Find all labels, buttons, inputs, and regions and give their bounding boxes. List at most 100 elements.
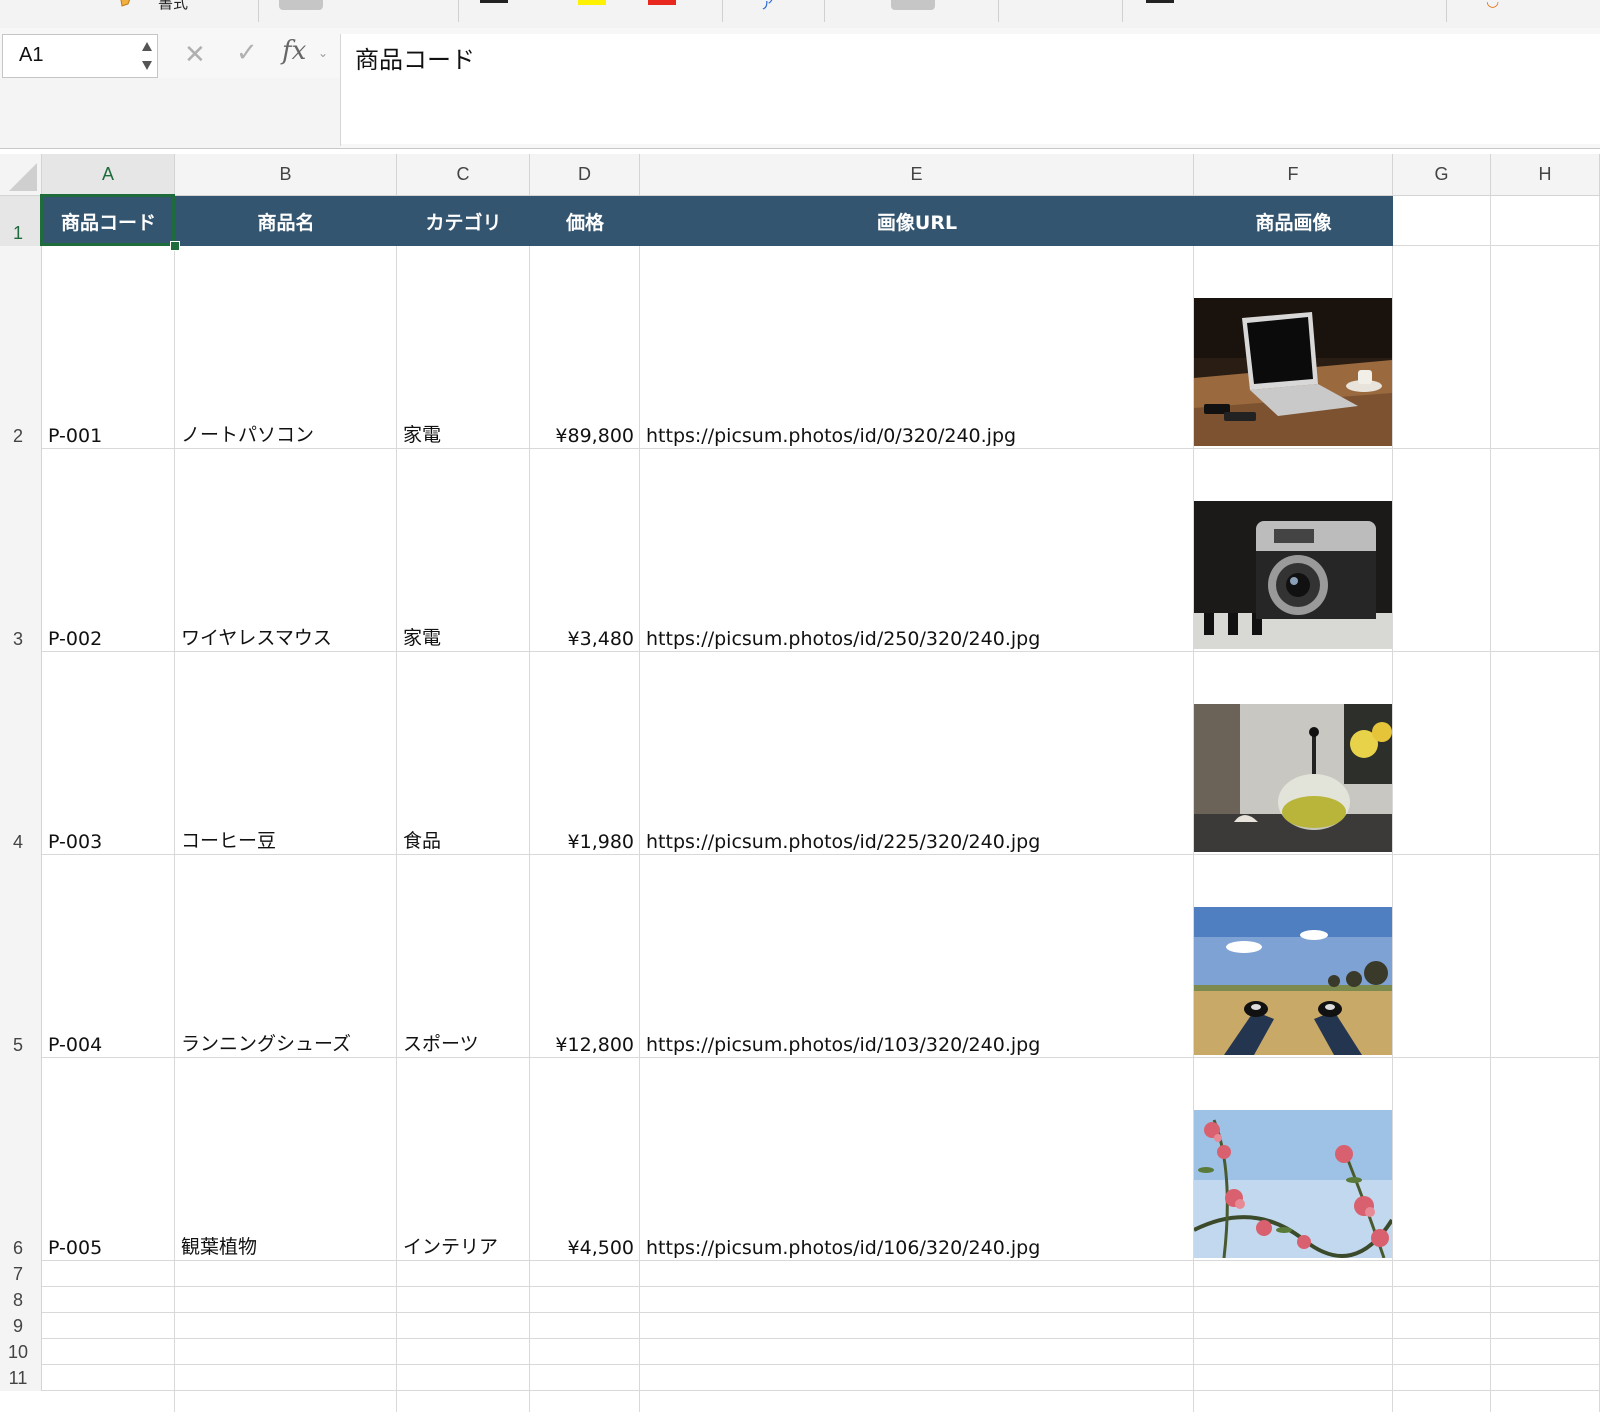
ribbon-separator [258, 0, 259, 22]
product-image[interactable] [1194, 704, 1392, 852]
ribbon-separator [824, 0, 825, 22]
cancel-icon[interactable]: ✕ [184, 40, 206, 70]
column-header-e[interactable]: E [640, 154, 1194, 196]
gridline [42, 1390, 1600, 1391]
name-box-value: A1 [19, 44, 44, 66]
cell-name[interactable]: ワイヤレスマウス [175, 449, 397, 652]
header-cell-f[interactable]: 商品画像 [1194, 196, 1393, 246]
row-number: 7 [12, 1264, 23, 1284]
gridline [42, 1338, 1600, 1339]
cell-url[interactable]: https://picsum.photos/id/103/320/240.jpg [640, 855, 1194, 1058]
border-color-icon[interactable] [480, 0, 508, 3]
ribbon-separator [998, 0, 999, 22]
row-number: 1 [12, 223, 23, 243]
column-header-f[interactable]: F [1194, 154, 1393, 196]
row-header-11[interactable]: 11 [0, 1365, 42, 1391]
format-label[interactable]: 書式 [158, 0, 188, 13]
gridline [1392, 196, 1393, 1412]
formula-bar: A1 ✕ ✓ fx ⌄ 商品コード [0, 28, 1600, 149]
ribbon-dropdown[interactable] [279, 0, 323, 10]
row-number: 5 [12, 1035, 23, 1055]
row-header-3[interactable]: 3 [0, 449, 42, 652]
product-image[interactable] [1194, 907, 1392, 1055]
header-cell-e[interactable]: 画像URL [640, 196, 1194, 246]
cell-code[interactable]: P-005 [42, 1058, 175, 1261]
row-number: 4 [12, 832, 23, 852]
format-painter-icon[interactable] [118, 0, 140, 8]
cell-name[interactable]: ランニングシューズ [175, 855, 397, 1058]
fill-color-icon[interactable] [578, 0, 606, 5]
fill-handle[interactable] [170, 241, 180, 251]
product-image[interactable] [1194, 501, 1392, 649]
cell-url[interactable]: https://picsum.photos/id/106/320/240.jpg [640, 1058, 1194, 1261]
row-header-9[interactable]: 9 [0, 1313, 42, 1339]
header-cell-b[interactable]: 商品名 [175, 196, 397, 246]
cell-name[interactable]: 観葉植物 [175, 1058, 397, 1261]
gridline [42, 1286, 1600, 1287]
gridline [42, 1312, 1600, 1313]
row-header-10[interactable]: 10 [0, 1339, 42, 1365]
cell-price[interactable]: ¥4,500 [530, 1058, 640, 1261]
ribbon-dropdown[interactable] [891, 0, 935, 10]
cell-area: 商品コード 商品名 カテゴリ 価格 画像URL 商品画像 P-001 ノートパソコン 家電 ¥89… [40, 194, 1600, 1412]
phonetic-icon[interactable]: ア [760, 0, 774, 14]
ribbon-icon[interactable] [1146, 0, 1174, 3]
cell-code[interactable]: P-003 [42, 652, 175, 855]
cell-category[interactable]: 食品 [397, 652, 530, 855]
column-header-c[interactable]: C [397, 154, 530, 196]
active-cell-selection [40, 194, 175, 246]
column-header-d[interactable]: D [530, 154, 640, 196]
column-header-b[interactable]: B [175, 154, 397, 196]
cell-category[interactable]: 家電 [397, 246, 530, 449]
column-header-g[interactable]: G [1393, 154, 1491, 196]
cell-code[interactable]: P-004 [42, 855, 175, 1058]
row-header-5[interactable]: 5 [0, 855, 42, 1058]
gridline [42, 1364, 1600, 1365]
row-header-7[interactable]: 7 [0, 1261, 42, 1287]
row-header-6[interactable]: 6 [0, 1058, 42, 1261]
cell-price[interactable]: ¥1,980 [530, 652, 640, 855]
cell-price[interactable]: ¥3,480 [530, 449, 640, 652]
name-box[interactable]: A1 [2, 34, 158, 78]
ribbon-toolbar: 書式 ア ◡ [0, 0, 1600, 29]
cell-price[interactable]: ¥12,800 [530, 855, 640, 1058]
cell-name[interactable]: ノートパソコン [175, 246, 397, 449]
row-number: 8 [12, 1290, 23, 1310]
font-color-icon[interactable] [648, 0, 676, 5]
gridline [1490, 196, 1491, 1412]
row-header-1[interactable]: 1 [0, 196, 42, 246]
cell-url[interactable]: https://picsum.photos/id/250/320/240.jpg [640, 449, 1194, 652]
header-cell-d[interactable]: 価格 [530, 196, 640, 246]
cell-category[interactable]: 家電 [397, 449, 530, 652]
cell-code[interactable]: P-002 [42, 449, 175, 652]
formula-input[interactable]: 商品コード [341, 34, 1600, 144]
row-number: 6 [12, 1238, 23, 1258]
row-header-2[interactable]: 2 [0, 246, 42, 449]
cell-code[interactable]: P-001 [42, 246, 175, 449]
row-header-8[interactable]: 8 [0, 1287, 42, 1313]
chevron-down-icon[interactable]: ⌄ [318, 46, 328, 60]
product-image[interactable] [1194, 1110, 1392, 1258]
cell-url[interactable]: https://picsum.photos/id/0/320/240.jpg [640, 246, 1194, 449]
cell-category[interactable]: スポーツ [397, 855, 530, 1058]
header-cell-c[interactable]: カテゴリ [397, 196, 530, 246]
column-header-h[interactable]: H [1491, 154, 1600, 196]
row-header-4[interactable]: 4 [0, 652, 42, 855]
row-number: 2 [12, 426, 23, 446]
stepper-icon[interactable] [140, 39, 154, 73]
enter-icon[interactable]: ✓ [236, 38, 258, 68]
cell-category[interactable]: インテリア [397, 1058, 530, 1261]
insert-function-icon[interactable]: fx [282, 36, 306, 66]
cell-price[interactable]: ¥89,800 [530, 246, 640, 449]
column-header-a[interactable]: A [42, 154, 175, 196]
cell-name[interactable]: コーヒー豆 [175, 652, 397, 855]
ribbon-separator [722, 0, 723, 22]
ribbon-icon[interactable]: ◡ [1486, 0, 1499, 10]
product-image[interactable] [1194, 298, 1392, 446]
worksheet-grid: ABCDEFGH 1 2 3 4 5 6 7 8 9 10 11 商品コード 商品名 カテゴリ 価格 画像U… [0, 154, 1600, 1412]
row-number: 3 [12, 629, 23, 649]
select-all-button[interactable] [0, 154, 42, 196]
row-number: 11 [8, 1368, 28, 1388]
row-number: 9 [12, 1316, 23, 1336]
cell-url[interactable]: https://picsum.photos/id/225/320/240.jpg [640, 652, 1194, 855]
